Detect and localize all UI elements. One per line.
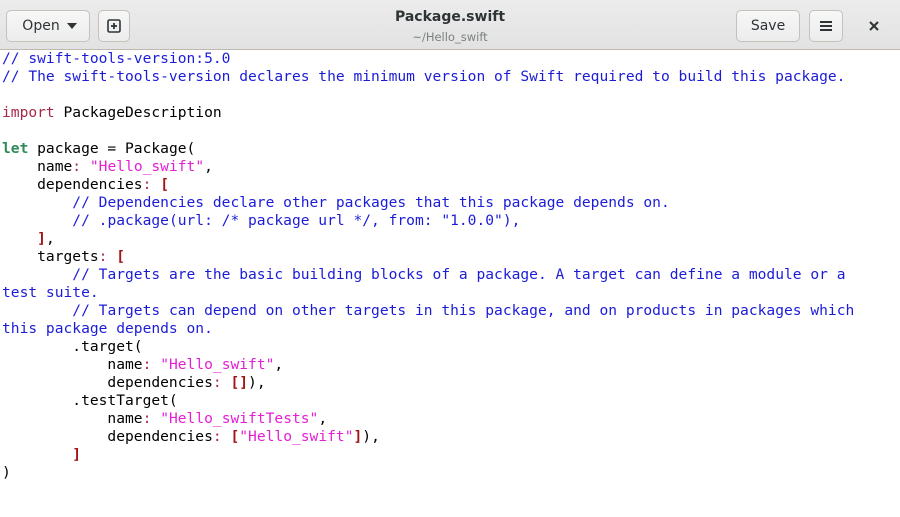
code-text: package = Package(: [28, 140, 196, 157]
close-button[interactable]: [858, 10, 890, 42]
code-bracket: [: [116, 248, 126, 265]
code-line: let package = Package(: [0, 140, 900, 158]
code-text: dependencies: [2, 428, 213, 445]
code-bracket: [: [230, 428, 240, 445]
window-title: Package.swift: [394, 9, 506, 25]
header-bar: Open Package.swift ~/Hello_swift Save: [0, 0, 900, 50]
code-text: ),: [362, 428, 380, 445]
code-comment: // Targets are the basic building blocks…: [72, 266, 846, 283]
code-comment: test suite.: [2, 284, 99, 301]
code-text: ,: [274, 356, 284, 373]
code-string: "Hello_swiftTests": [160, 410, 319, 427]
code-line: import PackageDescription: [0, 104, 900, 122]
code-comment: // .package(url: /* package url */, from…: [72, 212, 521, 229]
code-line: // .package(url: /* package url */, from…: [0, 212, 900, 230]
code-line: // Targets are the basic building blocks…: [0, 266, 900, 284]
code-bracket: [: [160, 176, 169, 193]
menu-button[interactable]: [809, 10, 843, 42]
code-line: // swift-tools-version:5.0: [0, 50, 900, 68]
open-button-label: Open: [22, 18, 60, 34]
code-line: test suite.: [0, 284, 900, 302]
code-comment: // swift-tools-version:5.0: [2, 50, 231, 67]
code-line: // Targets can depend on other targets i…: [0, 302, 900, 320]
code-string: "Hello_swift": [89, 158, 205, 175]
code-editor[interactable]: // swift-tools-version:5.0// The swift-t…: [0, 50, 900, 517]
code-line: // The swift-tools-version declares the …: [0, 68, 900, 86]
code-line: name: "Hello_swift",: [0, 356, 900, 374]
code-line: targets: [: [0, 248, 900, 266]
code-comment: this package depends on.: [2, 320, 213, 337]
window-subtitle: ~/Hello_swift: [412, 30, 488, 44]
code-line: dependencies: ["Hello_swift"]),: [0, 428, 900, 446]
code-line: .target(: [0, 338, 900, 356]
code-keyword: :: [72, 158, 82, 175]
code-text: dependencies: [2, 374, 213, 391]
code-line: ],: [0, 230, 900, 248]
new-document-icon: [107, 19, 121, 33]
code-line: ): [0, 464, 900, 482]
code-text: name: [2, 158, 73, 175]
code-comment: // Dependencies declare other packages t…: [72, 194, 670, 211]
code-text: ),: [248, 374, 266, 391]
code-keyword: import: [2, 104, 55, 121]
code-line: ]: [0, 446, 900, 464]
code-line: .testTarget(: [0, 392, 900, 410]
code-line: dependencies: []),: [0, 374, 900, 392]
code-bracket: ]: [353, 428, 363, 445]
code-string: "Hello_swift": [160, 356, 275, 373]
code-line: // Dependencies declare other packages t…: [0, 194, 900, 212]
code-keyword: let: [2, 140, 29, 157]
code-string: "Hello_swift": [239, 428, 354, 445]
code-line: name: "Hello_swiftTests",: [0, 410, 900, 428]
code-comment: // Targets can depend on other targets i…: [72, 302, 855, 319]
code-text: name: [2, 410, 143, 427]
code-keyword: :: [212, 374, 222, 391]
code-text: PackageDescription: [54, 104, 222, 121]
hamburger-menu-icon: [820, 21, 832, 31]
code-line: this package depends on.: [0, 320, 900, 338]
chevron-down-icon: [67, 23, 77, 29]
code-text: ): [2, 464, 11, 481]
code-text: ,: [45, 230, 55, 247]
window-title-area: Package.swift ~/Hello_swift: [300, 9, 600, 45]
code-text: .target(: [2, 338, 143, 355]
code-line: dependencies: [: [0, 176, 900, 194]
code-bracket: []: [230, 374, 249, 391]
close-icon: [869, 21, 879, 31]
code-text: ,: [318, 410, 328, 427]
code-comment: // The swift-tools-version declares the …: [2, 68, 846, 85]
code-text: targets: [2, 248, 99, 265]
code-text: name: [2, 356, 143, 373]
code-bracket: ]: [72, 446, 82, 463]
code-text: ,: [204, 158, 213, 175]
code-keyword: :: [212, 428, 222, 445]
open-button[interactable]: Open: [6, 10, 90, 42]
code-text: dependencies: [2, 176, 143, 193]
code-text: .testTarget(: [2, 392, 178, 409]
new-tab-button[interactable]: [98, 10, 130, 42]
code-bracket: ]: [37, 230, 46, 247]
code-line: name: "Hello_swift",: [0, 158, 900, 176]
save-button[interactable]: Save: [736, 10, 800, 42]
